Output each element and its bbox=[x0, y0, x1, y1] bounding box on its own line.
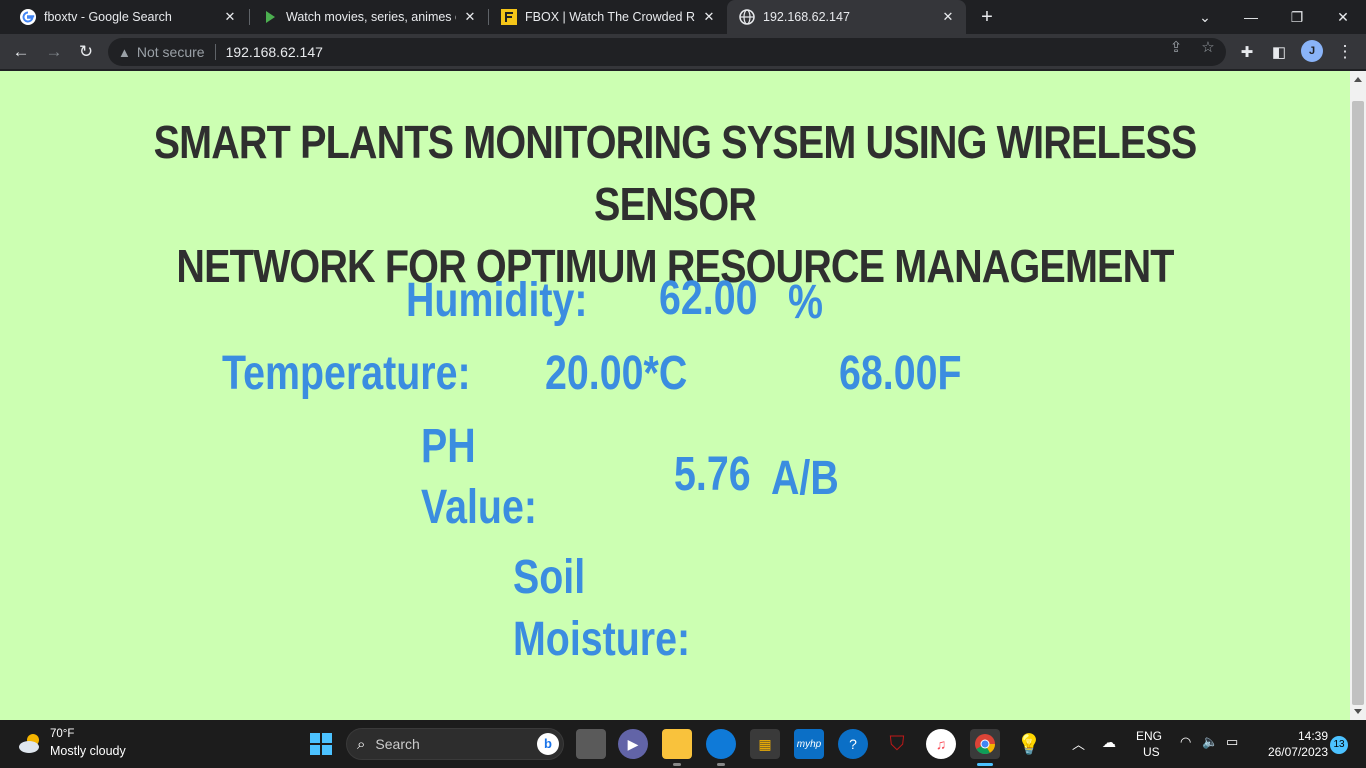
share-icon[interactable]: ⇪ bbox=[1166, 38, 1186, 58]
humidity-unit: % bbox=[788, 276, 824, 329]
new-tab-button[interactable]: + bbox=[976, 6, 998, 28]
volume-speaker-icon[interactable]: 🔈 bbox=[1202, 734, 1218, 750]
clock-date[interactable]: 26/07/2023 bbox=[1258, 745, 1328, 759]
play-icon bbox=[266, 11, 275, 23]
tab-google-search[interactable]: fboxtv - Google Search ✕ bbox=[8, 0, 248, 34]
battery-icon[interactable]: ▭ bbox=[1226, 734, 1238, 750]
search-icon: ⌕ bbox=[357, 735, 366, 753]
tab-strip: fboxtv - Google Search ✕ Watch movies, s… bbox=[0, 0, 1366, 34]
scroll-up-arrow-icon[interactable] bbox=[1354, 77, 1362, 82]
google-icon bbox=[20, 9, 36, 25]
reload-icon[interactable]: ↻ bbox=[73, 39, 99, 65]
file-explorer-icon[interactable] bbox=[662, 729, 692, 759]
running-indicator bbox=[673, 763, 681, 766]
page-viewport: SMART PLANTS MONITORING SYSEM USING WIRE… bbox=[0, 71, 1350, 720]
lightbulb-tips-icon[interactable]: 💡 bbox=[1014, 729, 1044, 759]
ph-value: 5.76 bbox=[674, 448, 751, 501]
temperature-fahrenheit-value: 68.00F bbox=[839, 347, 962, 400]
edge-browser-icon[interactable] bbox=[706, 729, 736, 759]
tab-title: 192.168.62.147 bbox=[763, 10, 850, 24]
task-view-icon[interactable] bbox=[576, 729, 606, 759]
close-icon[interactable]: ✕ bbox=[462, 9, 478, 25]
microsoft-store-icon[interactable]: ▦ bbox=[750, 729, 780, 759]
notification-badge[interactable]: 13 bbox=[1330, 736, 1348, 754]
ph-label-line-1: PH bbox=[421, 420, 476, 473]
search-placeholder: Search bbox=[375, 736, 420, 752]
weather-description[interactable]: Mostly cloudy bbox=[50, 744, 126, 758]
tab-fbox[interactable]: FBOX | Watch The Crowded Room ✕ bbox=[489, 0, 727, 34]
running-indicator bbox=[717, 763, 725, 766]
help-icon[interactable]: ? bbox=[838, 729, 868, 759]
windows-taskbar: 70°F Mostly cloudy ⌕ Search b ▶ ▦ myhp ?… bbox=[0, 720, 1366, 768]
scroll-down-arrow-icon[interactable] bbox=[1354, 709, 1362, 714]
url-text[interactable]: 192.168.62.147 bbox=[226, 44, 323, 60]
close-window-icon[interactable]: ✕ bbox=[1320, 0, 1366, 34]
tab-search-chevron-icon[interactable]: ⌄ bbox=[1182, 0, 1228, 34]
show-hidden-icons-chevron-icon[interactable]: ︿ bbox=[1072, 734, 1085, 753]
browser-toolbar: ← → ↻ ▲ Not secure 192.168.62.147 ⇪ ☆ ✚ … bbox=[0, 34, 1366, 70]
close-icon[interactable]: ✕ bbox=[701, 9, 717, 25]
active-indicator bbox=[977, 763, 993, 766]
close-icon[interactable]: ✕ bbox=[940, 9, 956, 25]
mcafee-shield-icon[interactable]: ⛉ bbox=[882, 729, 912, 759]
vertical-scrollbar[interactable] bbox=[1350, 71, 1366, 720]
minimize-icon[interactable]: — bbox=[1228, 0, 1274, 34]
wifi-icon[interactable]: ◠ bbox=[1180, 734, 1191, 750]
scrollbar-thumb[interactable] bbox=[1352, 101, 1364, 705]
bing-icon[interactable]: b bbox=[537, 733, 559, 755]
menu-kebab-icon[interactable]: ⋮ bbox=[1332, 39, 1358, 65]
language-code[interactable]: ENG bbox=[1136, 729, 1162, 743]
ph-label-line-2: Value: bbox=[421, 481, 537, 534]
tab-title: fboxtv - Google Search bbox=[44, 10, 172, 24]
myhp-icon[interactable]: myhp bbox=[794, 729, 824, 759]
onedrive-cloud-icon[interactable]: ☁ bbox=[1102, 734, 1116, 751]
ph-unit: A/B bbox=[771, 452, 839, 505]
page-title-line-1: SMART PLANTS MONITORING SYSEM USING WIRE… bbox=[153, 116, 1198, 230]
humidity-value: 62.00 bbox=[659, 272, 758, 325]
globe-icon bbox=[739, 9, 755, 25]
chrome-icon-wrapper[interactable] bbox=[970, 729, 1000, 759]
clock-time[interactable]: 14:39 bbox=[1288, 729, 1328, 743]
warning-triangle-icon[interactable]: ▲ bbox=[118, 45, 131, 60]
extensions-puzzle-icon[interactable]: ✚ bbox=[1234, 39, 1260, 65]
soil-moisture-label-line-1: Soil bbox=[513, 551, 586, 604]
cloudy-weather-icon[interactable] bbox=[18, 732, 44, 754]
tab-active-ip[interactable]: 192.168.62.147 ✕ bbox=[727, 0, 966, 34]
fbox-icon bbox=[501, 9, 517, 25]
weather-temperature[interactable]: 70°F bbox=[50, 728, 74, 740]
tab-title: FBOX | Watch The Crowded Room bbox=[525, 10, 695, 24]
teams-chat-icon[interactable]: ▶ bbox=[618, 729, 648, 759]
side-panel-icon[interactable]: ◧ bbox=[1266, 39, 1292, 65]
tab-watch-movies[interactable]: Watch movies, series, animes onl ✕ bbox=[250, 0, 488, 34]
omnibox-divider bbox=[214, 44, 216, 60]
tab-title: Watch movies, series, animes onl bbox=[286, 10, 456, 24]
back-arrow-icon[interactable]: ← bbox=[8, 39, 34, 65]
temperature-label: Temperature: bbox=[222, 347, 471, 400]
humidity-label: Humidity: bbox=[406, 274, 588, 327]
profile-avatar[interactable]: J bbox=[1301, 40, 1323, 62]
language-region[interactable]: US bbox=[1143, 745, 1160, 759]
windows-start-icon[interactable] bbox=[306, 729, 336, 759]
security-label[interactable]: Not secure bbox=[137, 44, 205, 60]
taskbar-search-box[interactable]: ⌕ Search b bbox=[346, 728, 564, 760]
temperature-celsius-value: 20.00*C bbox=[545, 347, 688, 400]
soil-moisture-label-line-2: Moisture: bbox=[513, 613, 691, 666]
chrome-icon bbox=[975, 734, 996, 755]
address-bar[interactable]: ▲ Not secure 192.168.62.147 bbox=[108, 38, 1226, 66]
bookmark-star-icon[interactable]: ☆ bbox=[1198, 38, 1218, 58]
close-icon[interactable]: ✕ bbox=[222, 9, 238, 25]
forward-arrow-icon[interactable]: → bbox=[41, 39, 67, 65]
itunes-music-icon[interactable]: ♫ bbox=[926, 729, 956, 759]
restore-icon[interactable]: ❐ bbox=[1274, 0, 1320, 34]
